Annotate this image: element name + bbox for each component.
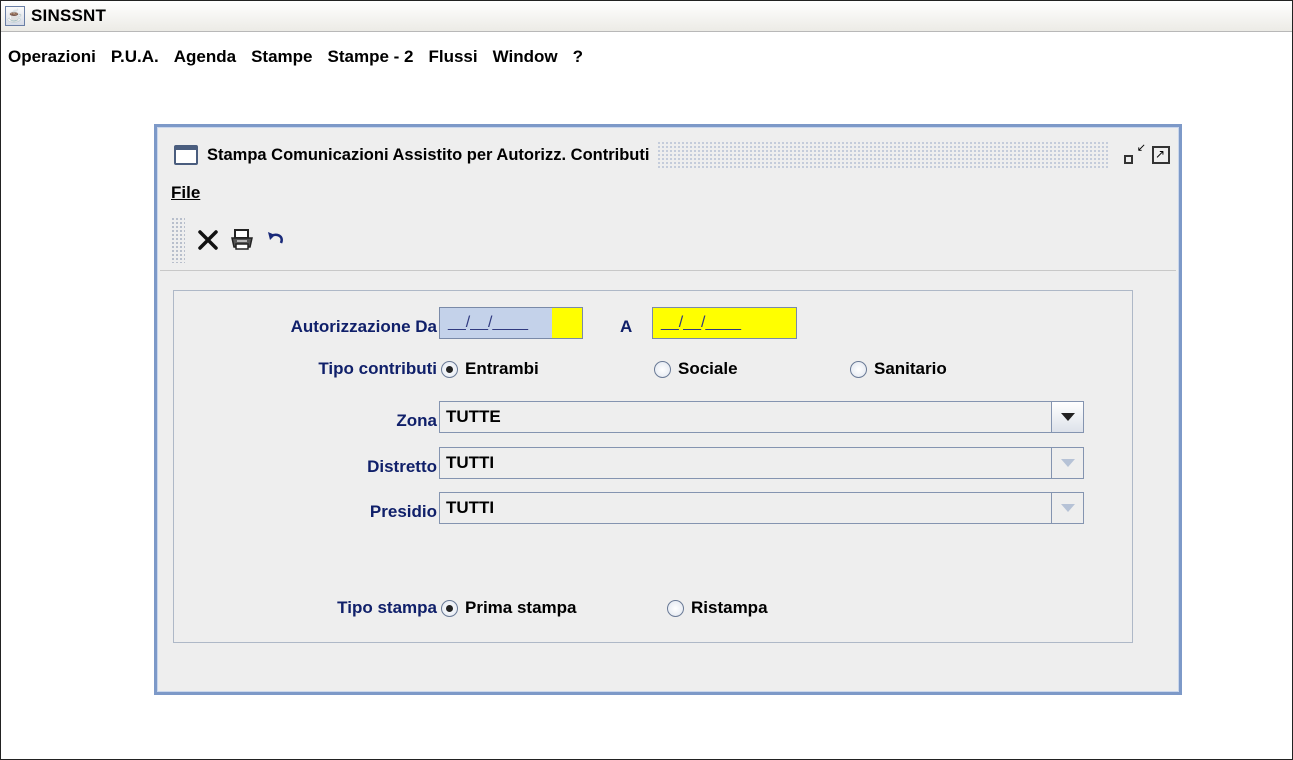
- window-toolbar: [171, 217, 295, 263]
- autorizzazione-a-field[interactable]: __/__/____: [652, 307, 797, 339]
- distretto-value: TUTTI: [446, 453, 495, 472]
- menu-stampe-2[interactable]: Stampe - 2: [328, 47, 414, 67]
- radio-sanitario[interactable]: Sanitario: [850, 359, 947, 379]
- undo-icon[interactable]: [261, 225, 291, 255]
- tipo-stampa-label: Tipo stampa: [337, 598, 437, 617]
- menu-file[interactable]: File: [171, 183, 200, 202]
- app-title: SINSSNT: [31, 6, 107, 25]
- zona-value: TUTTE: [446, 407, 501, 426]
- menu-file-label: File: [171, 183, 201, 202]
- java-icon: ☕: [5, 6, 25, 26]
- autorizzazione-da-field[interactable]: __/__/____: [439, 307, 583, 339]
- menu-flussi[interactable]: Flussi: [428, 47, 477, 67]
- zona-combobox[interactable]: TUTTE: [439, 401, 1084, 433]
- toolbar-separator: [160, 270, 1176, 271]
- menu-pua[interactable]: P.U.A.: [111, 47, 159, 67]
- radio-prima-stampa[interactable]: Prima stampa: [441, 598, 577, 618]
- printer-icon[interactable]: [227, 225, 257, 255]
- radio-unselected-icon: [667, 599, 684, 617]
- autorizzazione-label: Autorizzazione Da: [290, 317, 437, 336]
- toolbar-grip[interactable]: [171, 217, 185, 263]
- presidio-label: Presidio: [369, 502, 437, 521]
- internal-window-title: Stampa Comunicazioni Assistito per Autor…: [207, 145, 650, 164]
- title-grip: [657, 141, 1110, 169]
- radio-unselected-icon: [850, 360, 867, 378]
- presidio-value: TUTTI: [446, 498, 495, 517]
- main-menubar: Operazioni P.U.A. Agenda Stampe Stampe -…: [1, 44, 591, 70]
- menu-agenda[interactable]: Agenda: [174, 47, 236, 67]
- app-title-bar: ☕ SINSSNT: [1, 1, 1292, 32]
- a-label: A: [620, 317, 633, 336]
- close-icon[interactable]: [193, 225, 223, 255]
- radio-prima-stampa-label: Prima stampa: [465, 598, 577, 617]
- window-icon: [174, 145, 198, 165]
- form-panel: Autorizzazione Da __/__/____ A __/__/___…: [173, 290, 1133, 643]
- maximize-icon[interactable]: [1152, 146, 1170, 164]
- presidio-combobox[interactable]: TUTTI: [439, 492, 1084, 524]
- chevron-down-icon[interactable]: [1051, 448, 1083, 478]
- radio-ristampa-label: Ristampa: [691, 598, 768, 617]
- chevron-down-icon[interactable]: [1051, 402, 1083, 432]
- radio-selected-icon: [441, 360, 458, 378]
- menu-stampe[interactable]: Stampe: [251, 47, 312, 67]
- menu-operazioni[interactable]: Operazioni: [8, 47, 96, 67]
- zona-label: Zona: [396, 411, 437, 430]
- radio-entrambi[interactable]: Entrambi: [441, 359, 539, 379]
- distretto-label: Distretto: [367, 457, 437, 476]
- menu-window[interactable]: Window: [493, 47, 558, 67]
- radio-sociale-label: Sociale: [678, 359, 738, 378]
- radio-entrambi-label: Entrambi: [465, 359, 539, 378]
- radio-sanitario-label: Sanitario: [874, 359, 947, 378]
- chevron-down-icon[interactable]: [1051, 493, 1083, 523]
- minimize-icon[interactable]: [1124, 142, 1146, 164]
- radio-unselected-icon: [654, 360, 671, 378]
- tipo-contributi-label: Tipo contributi: [318, 359, 437, 378]
- internal-window: Stampa Comunicazioni Assistito per Autor…: [154, 124, 1182, 695]
- internal-window-title-bar[interactable]: Stampa Comunicazioni Assistito per Autor…: [160, 130, 1176, 180]
- radio-sociale[interactable]: Sociale: [654, 359, 738, 379]
- radio-ristampa[interactable]: Ristampa: [667, 598, 768, 618]
- radio-selected-icon: [441, 599, 458, 617]
- menu-help[interactable]: ?: [573, 47, 583, 67]
- distretto-combobox[interactable]: TUTTI: [439, 447, 1084, 479]
- window-menubar: File: [171, 183, 200, 205]
